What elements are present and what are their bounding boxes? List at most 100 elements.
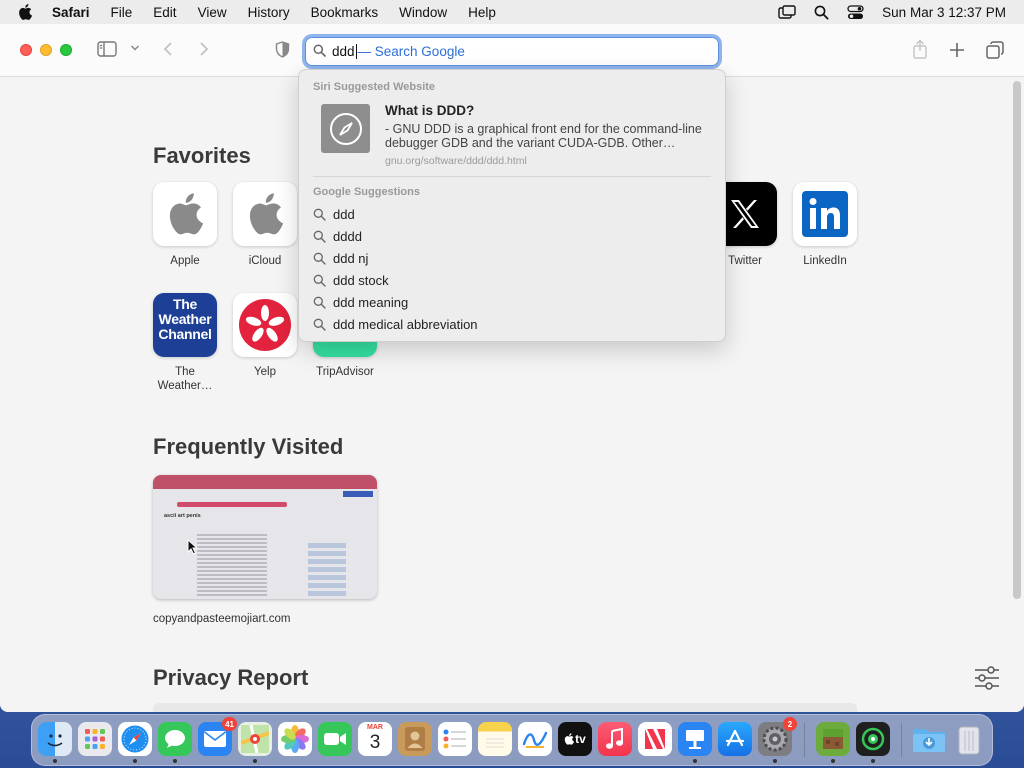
running-indicator — [831, 759, 835, 763]
menu-help[interactable]: Help — [468, 5, 496, 20]
maps-icon[interactable] — [238, 722, 272, 756]
menu-bookmarks[interactable]: Bookmarks — [311, 5, 379, 20]
linkedin-logo-icon — [793, 182, 857, 246]
favorite-label: Apple — [170, 255, 200, 267]
safari-icon[interactable] — [118, 722, 152, 756]
tab-overview-icon[interactable] — [986, 41, 1004, 59]
running-indicator — [773, 759, 777, 763]
keynote-icon[interactable] — [678, 722, 712, 756]
sidebar-toggle-icon[interactable] — [97, 41, 117, 57]
app-store-icon[interactable] — [718, 722, 752, 756]
minimize-window-button[interactable] — [40, 44, 52, 56]
running-indicator — [693, 759, 697, 763]
apple-logo-icon — [233, 182, 297, 246]
mouse-pointer-icon — [187, 539, 199, 555]
new-tab-icon[interactable] — [949, 42, 965, 58]
address-bar[interactable]: ddd — Search Google — [305, 37, 719, 66]
find-my-icon[interactable] — [856, 722, 890, 756]
google-suggestions-heading: Google Suggestions — [313, 186, 420, 198]
suggestion-label: ddd meaning — [333, 294, 409, 310]
favorite-apple[interactable]: Apple — [145, 182, 225, 268]
settings-update-badge: 2 — [783, 717, 797, 731]
suggestion-item[interactable]: dddd — [313, 227, 362, 245]
trash-icon[interactable] — [952, 722, 986, 756]
search-icon — [313, 252, 326, 265]
siri-suggested-heading: Siri Suggested Website — [313, 81, 436, 93]
favorite-icloud[interactable]: iCloud — [225, 182, 305, 268]
screen-mirroring-icon[interactable] — [778, 5, 796, 19]
suggestion-label: ddd — [333, 206, 355, 222]
chevron-down-icon[interactable] — [130, 44, 140, 52]
dock: 41 MAR 3 tv 2 — [31, 714, 993, 766]
menu-window[interactable]: Window — [399, 5, 447, 20]
running-indicator — [133, 759, 137, 763]
thumbnail-sidebar-links — [308, 542, 346, 596]
facetime-icon[interactable] — [318, 722, 352, 756]
reminders-icon[interactable] — [438, 722, 472, 756]
suggestion-item[interactable]: ddd stock — [313, 271, 389, 289]
music-icon[interactable] — [598, 722, 632, 756]
contacts-icon[interactable] — [398, 722, 432, 756]
notes-icon[interactable] — [478, 722, 512, 756]
yelp-logo-icon — [233, 293, 297, 357]
siri-suggestion-title: What is DDD? — [385, 103, 475, 118]
frequently-visited-thumbnail[interactable]: ascii art penis — [153, 475, 377, 599]
safari-window: ddd — Search Google Favorites Apple iClo… — [0, 24, 1024, 712]
menu-app-name[interactable]: Safari — [52, 5, 90, 20]
suggestion-label: ddd stock — [333, 272, 389, 288]
spotlight-search-icon[interactable] — [814, 5, 829, 20]
launchpad-icon[interactable] — [78, 722, 112, 756]
favorites-heading: Favorites — [153, 143, 251, 168]
news-icon[interactable] — [638, 722, 672, 756]
zoom-window-button[interactable] — [60, 44, 72, 56]
siri-suggestion-url: gnu.org/software/ddd/ddd.html — [385, 155, 527, 167]
mail-icon[interactable]: 41 — [198, 717, 237, 756]
suggestion-item[interactable]: ddd meaning — [313, 293, 408, 311]
menu-view[interactable]: View — [198, 5, 227, 20]
suggestion-item[interactable]: ddd nj — [313, 249, 368, 267]
vertical-scrollbar[interactable] — [1013, 81, 1021, 599]
favorite-weather-channel[interactable]: The Weather Channel The Weather… — [145, 293, 225, 393]
freeform-icon[interactable] — [518, 722, 552, 756]
search-icon — [313, 318, 326, 331]
menu-history[interactable]: History — [248, 5, 290, 20]
suggestion-label: ddd nj — [333, 250, 369, 266]
favorite-label: iCloud — [248, 255, 282, 267]
weather-channel-tile-text: The Weather Channel — [158, 296, 212, 342]
forward-icon[interactable] — [199, 41, 209, 57]
minecraft-icon[interactable] — [816, 722, 850, 756]
running-indicator — [173, 759, 177, 763]
apple-tv-icon[interactable]: tv — [558, 722, 592, 756]
menu-file[interactable]: File — [111, 5, 133, 20]
privacy-shield-icon[interactable] — [275, 41, 290, 58]
search-icon — [313, 296, 326, 309]
apple-logo-icon — [153, 182, 217, 246]
search-icon — [313, 274, 326, 287]
back-icon[interactable] — [163, 41, 173, 57]
control-center-icon[interactable] — [847, 4, 864, 20]
finder-icon[interactable] — [38, 722, 72, 756]
weather-channel-logo-icon: The Weather Channel — [153, 293, 217, 357]
suggestion-item[interactable]: ddd — [313, 205, 355, 223]
address-bar-completion-hint: — Search Google — [357, 44, 465, 59]
photos-icon[interactable] — [278, 722, 312, 756]
share-icon[interactable] — [912, 39, 928, 59]
menu-edit[interactable]: Edit — [153, 5, 176, 20]
frequently-visited-caption: copyandpasteemojiart.com — [153, 613, 291, 625]
calendar-icon[interactable]: MAR 3 — [358, 722, 392, 756]
downloads-folder-icon[interactable] — [912, 722, 946, 756]
messages-icon[interactable] — [158, 722, 192, 756]
search-icon — [313, 230, 326, 243]
frequently-visited-heading: Frequently Visited — [153, 434, 344, 459]
system-settings-icon[interactable]: 2 — [758, 717, 797, 756]
suggestion-item[interactable]: ddd medical abbreviation — [313, 315, 478, 333]
privacy-report-card[interactable] — [153, 703, 857, 712]
favorite-linkedin[interactable]: LinkedIn — [785, 182, 865, 268]
menu-clock[interactable]: Sun Mar 3 12:37 PM — [882, 5, 1006, 20]
customize-start-page-icon[interactable] — [974, 666, 1000, 695]
favorite-yelp[interactable]: Yelp — [225, 293, 305, 379]
running-indicator — [53, 759, 57, 763]
close-window-button[interactable] — [20, 44, 32, 56]
suggestion-label: ddd medical abbreviation — [333, 316, 478, 332]
apple-menu-icon[interactable] — [18, 4, 36, 20]
